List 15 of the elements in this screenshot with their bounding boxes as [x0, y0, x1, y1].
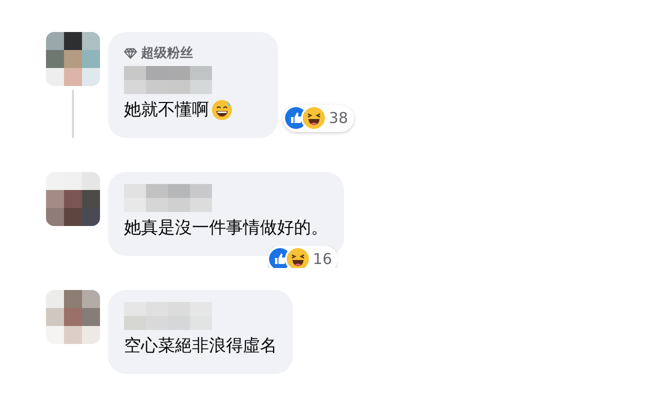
- thumbs-up-icon: [268, 248, 291, 268]
- diamond-icon: [124, 48, 137, 60]
- reaction-count: 38: [328, 108, 348, 129]
- laughing-face-icon: [286, 248, 309, 268]
- comment-text: 她真是沒一件事情做好的。: [124, 216, 328, 240]
- badge-label: 超级粉丝: [141, 45, 193, 63]
- comment-text: 她就不懂啊: [124, 98, 209, 122]
- thumbs-up-icon: [284, 107, 307, 130]
- thread-line: [72, 90, 74, 138]
- reaction-summary[interactable]: 16: [266, 246, 338, 268]
- reaction-count: 16: [312, 248, 332, 268]
- laughing-face-icon: [302, 107, 325, 130]
- grinning-sweat-face-icon: [211, 98, 233, 120]
- comment-text: 空心菜絕非浪得虛名: [124, 334, 277, 358]
- reaction-summary[interactable]: 38: [282, 105, 354, 132]
